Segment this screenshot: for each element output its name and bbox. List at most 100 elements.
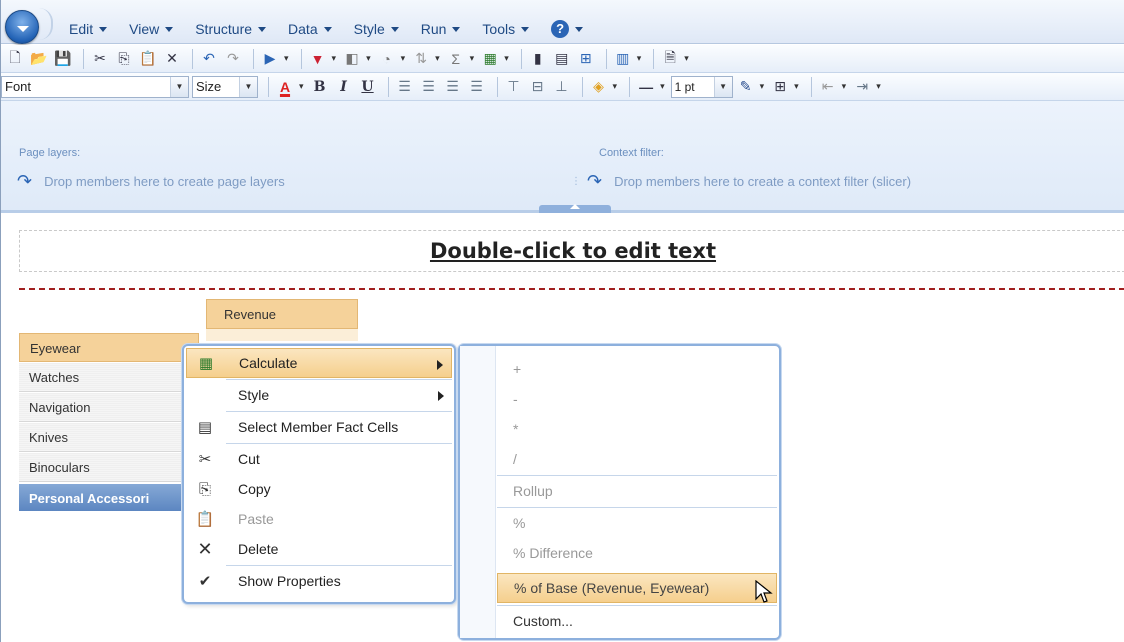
redo-icon[interactable]: ↷ <box>223 49 243 69</box>
paste-icon[interactable]: 📋 <box>138 49 158 69</box>
chevron-down-icon[interactable]: ▾ <box>435 53 440 64</box>
outdent-icon[interactable]: ⇤ <box>818 77 838 97</box>
align-right-icon[interactable]: ☰ <box>443 77 463 97</box>
submenu-item-rollup[interactable]: Rollup <box>497 476 777 506</box>
row-header-knives[interactable]: Knives <box>19 423 199 452</box>
submenu-item-percent-of-base[interactable]: % of Base (Revenue, Eyewear) <box>497 573 777 603</box>
menu-structure[interactable]: Structure <box>195 20 267 38</box>
chevron-down-icon[interactable]: ▾ <box>366 53 371 64</box>
align-left-icon[interactable]: ☰ <box>395 77 415 97</box>
swap-icon[interactable]: ▮ <box>528 49 548 69</box>
chevron-down-icon[interactable]: ▾ <box>299 81 304 92</box>
align-center-icon[interactable]: ☰ <box>419 77 439 97</box>
run-icon[interactable]: ▶ <box>260 49 280 69</box>
valign-bottom-icon[interactable]: ⊥ <box>552 77 572 97</box>
context-filter-dropzone[interactable]: ⋮ ↷ Drop members here to create a context … <box>571 171 911 192</box>
row-header-total[interactable]: Personal Accessori <box>19 484 199 511</box>
report-icon[interactable]: 🗎 <box>660 49 680 69</box>
collapse-handle[interactable] <box>539 204 611 213</box>
menu-item-paste[interactable]: 📋 Paste <box>186 504 452 534</box>
row-header-navigation[interactable]: Navigation <box>19 393 199 422</box>
group-icon[interactable]: ⊞ <box>576 49 596 69</box>
chevron-down-icon <box>99 26 108 32</box>
new-icon[interactable]: 🗋 <box>5 49 25 69</box>
font-select[interactable]: Font ▼ <box>1 75 189 98</box>
borders-icon[interactable]: ⊞ <box>770 77 790 97</box>
line-color-icon[interactable]: ✎ <box>736 77 756 97</box>
chevron-down-icon[interactable]: ▾ <box>332 53 337 64</box>
fill-color-icon[interactable]: ◈ <box>589 77 609 97</box>
menu-view[interactable]: View <box>129 20 174 38</box>
menu-structure-label: Structure <box>195 21 253 37</box>
chart-icon[interactable]: ▥ <box>613 49 633 69</box>
menu-data[interactable]: Data <box>288 20 332 38</box>
line-style-icon[interactable]: — <box>636 77 656 97</box>
copy-icon[interactable]: ⎘ <box>114 49 134 69</box>
chevron-down-icon[interactable]: ▾ <box>470 53 475 64</box>
size-select[interactable]: Size ▼ <box>192 75 258 98</box>
chevron-down-icon[interactable]: ▾ <box>660 81 665 92</box>
app-menu-button[interactable] <box>5 10 39 44</box>
chevron-down-icon[interactable]: ▾ <box>876 81 881 92</box>
chevron-down-icon[interactable]: ▾ <box>504 53 509 64</box>
row-header-binoculars[interactable]: Binoculars <box>19 453 199 482</box>
row-header-eyewear[interactable]: Eyewear <box>19 333 199 362</box>
chevron-down-icon[interactable]: ▾ <box>613 81 618 92</box>
menu-style[interactable]: Style <box>354 20 399 38</box>
submenu-item-percent-difference[interactable]: % Difference <box>497 538 777 568</box>
font-color-icon[interactable]: A <box>275 77 295 97</box>
save-icon[interactable]: 💾 <box>53 49 73 69</box>
menu-item-show-properties[interactable]: ✔ Show Properties <box>186 566 452 596</box>
row-header-watches[interactable]: Watches <box>19 363 199 392</box>
chevron-down-icon[interactable]: ▾ <box>794 81 799 92</box>
menu-item-calculate[interactable]: ▦ Calculate <box>186 348 452 378</box>
valign-middle-icon[interactable]: ⊟ <box>528 77 548 97</box>
menu-item-style[interactable]: Style <box>186 380 452 410</box>
italic-icon[interactable]: I <box>334 77 354 97</box>
sort-icon[interactable]: ⇅ <box>411 49 431 69</box>
open-icon[interactable]: 📂 <box>29 49 49 69</box>
menu-item-label: Calculate <box>239 355 298 371</box>
line-width-select[interactable]: 1 pt ▼ <box>670 75 733 98</box>
chevron-down-icon[interactable]: ▾ <box>401 53 406 64</box>
explain-icon[interactable]: ◔ <box>377 49 397 69</box>
submenu-item-subtract[interactable]: - <box>497 384 777 414</box>
undo-icon[interactable]: ↶ <box>199 49 219 69</box>
valign-top-icon[interactable]: ⊤ <box>504 77 524 97</box>
justify-icon[interactable]: ☰ <box>467 77 487 97</box>
submenu-item-multiply[interactable]: * <box>497 414 777 444</box>
crosstab-icon[interactable]: ▤ <box>552 49 572 69</box>
indent-icon[interactable]: ⇥ <box>852 77 872 97</box>
suppress-icon[interactable]: ◧ <box>342 49 362 69</box>
submenu-item-divide[interactable]: / <box>497 444 777 474</box>
menu-tools[interactable]: Tools <box>482 20 530 38</box>
grip-icon: ⋮ <box>571 176 581 187</box>
filter-icon[interactable]: ▼ <box>308 49 328 69</box>
submenu-item-add[interactable]: + <box>497 354 777 384</box>
submenu-item-percent[interactable]: % <box>497 508 777 538</box>
chevron-down-icon[interactable]: ▾ <box>760 81 765 92</box>
menu-edit[interactable]: Edit <box>69 20 108 38</box>
chevron-down-icon[interactable]: ▾ <box>842 81 847 92</box>
chevron-down-icon: ▼ <box>239 76 257 97</box>
chevron-down-icon[interactable]: ▾ <box>637 53 642 64</box>
bold-icon[interactable]: B <box>310 77 330 97</box>
title-textbox[interactable]: Double-click to edit text <box>19 230 1124 272</box>
column-header-revenue[interactable]: Revenue <box>206 299 358 329</box>
chevron-down-icon[interactable]: ▾ <box>284 53 289 64</box>
summarize-icon[interactable]: Σ <box>446 49 466 69</box>
chevron-down-icon[interactable]: ▾ <box>684 53 689 64</box>
cut-icon[interactable]: ✂ <box>90 49 110 69</box>
page-layers-dropzone[interactable]: ↷ Drop members here to create page layers <box>17 171 285 192</box>
menu-item-cut[interactable]: ✂ Cut <box>186 444 452 474</box>
font-select-value: Font <box>5 79 32 94</box>
menu-run[interactable]: Run <box>421 20 461 38</box>
calculate-icon[interactable]: ▦ <box>480 49 500 69</box>
menu-help[interactable]: ? <box>551 20 584 38</box>
menu-item-copy[interactable]: ⎘ Copy <box>186 474 452 504</box>
menu-item-select-member-fact-cells[interactable]: ▤ Select Member Fact Cells <box>186 412 452 442</box>
underline-icon[interactable]: U <box>358 77 378 97</box>
delete-icon[interactable]: ✕ <box>162 49 182 69</box>
submenu-item-custom[interactable]: Custom... <box>497 606 777 636</box>
menu-item-delete[interactable]: ✕ Delete <box>186 534 452 564</box>
